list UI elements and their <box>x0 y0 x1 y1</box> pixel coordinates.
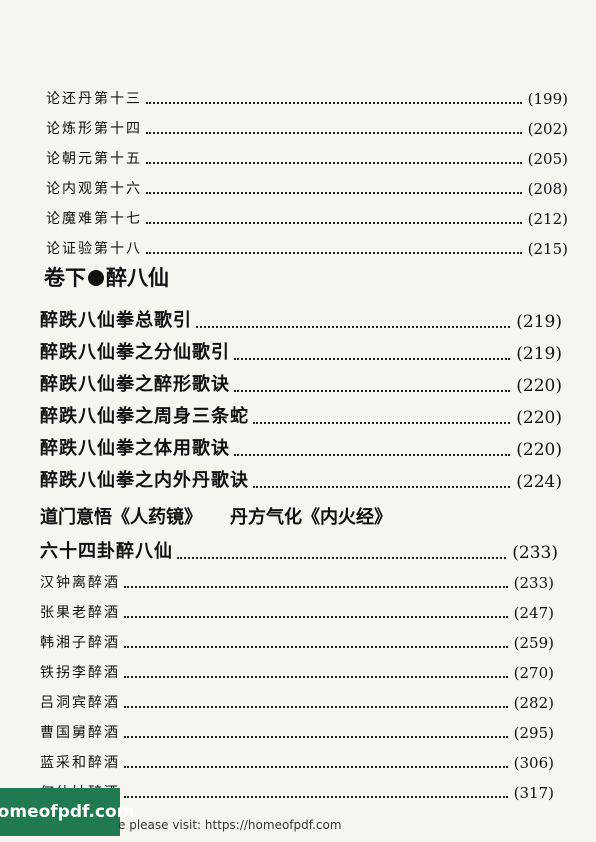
toc-entry-page: (212) <box>527 210 568 228</box>
toc-entry-title: 六十四卦醉八仙 <box>40 541 173 562</box>
toc-entry: 醉跌八仙拳之醉形歌诀 (220) <box>40 370 562 396</box>
subheading: 道门意悟《人药镜》 丹方气化《内火经》 <box>40 503 392 529</box>
toc-entry: 论还丹第十三 (199) <box>46 88 568 108</box>
leader-dots <box>146 221 522 224</box>
toc-entry-page: (233) <box>512 543 558 563</box>
toc-entry: 醉跌八仙拳之内外丹歌诀 (224) <box>40 466 562 492</box>
toc-entry-page: (282) <box>513 694 554 712</box>
leader-dots <box>124 675 508 678</box>
toc-entry-title: 醉跌八仙拳之体用歌诀 <box>40 438 230 459</box>
leader-dots <box>146 131 522 134</box>
leader-dots <box>234 357 511 360</box>
toc-entry-page: (215) <box>527 240 568 258</box>
visit-link-text[interactable]: e please visit: https://homeofpdf.com <box>118 818 342 832</box>
toc-entry-page: (233) <box>513 574 554 592</box>
leader-dots <box>124 615 508 618</box>
toc-entry: 韩湘子醉酒 (259) <box>40 632 554 652</box>
leader-dots <box>124 735 508 738</box>
toc-entry: 六十四卦醉八仙 (233) <box>40 537 558 563</box>
toc-entry: 醉跌八仙拳之分仙歌引 (219) <box>40 338 562 364</box>
leader-dots <box>146 161 522 164</box>
toc-entry-title: 论魔难第十七 <box>46 211 142 227</box>
toc-entry-page: (220) <box>516 408 562 428</box>
leader-dots <box>124 765 508 768</box>
toc-entry: 论证验第十八 (215) <box>46 238 568 258</box>
toc-entry: 吕洞宾醉酒 (282) <box>40 692 554 712</box>
toc-entry-title: 醉跌八仙拳总歌引 <box>40 310 192 331</box>
toc-entry-title: 蓝采和醉酒 <box>40 755 120 771</box>
banner-label: homeofpdf.com <box>0 802 135 822</box>
leader-dots <box>146 101 522 104</box>
toc-entry: 论炼形第十四 (202) <box>46 118 568 138</box>
toc-entry-title: 醉跌八仙拳之醉形歌诀 <box>40 374 230 395</box>
subheading-left: 道门意悟《人药镜》 <box>40 507 202 528</box>
toc-entry: 论内观第十六 (208) <box>46 178 568 198</box>
toc-entry-page: (224) <box>516 472 562 492</box>
toc-entry-page: (205) <box>527 150 568 168</box>
section-heading-part1: 卷下 <box>44 266 86 290</box>
leader-dots <box>146 191 522 194</box>
toc-entry-title: 铁拐李醉酒 <box>40 665 120 681</box>
toc-entry-title: 醉跌八仙拳之周身三条蛇 <box>40 406 249 427</box>
bullet-dot-icon <box>88 270 104 286</box>
leader-dots <box>234 389 511 392</box>
leader-dots <box>124 705 508 708</box>
toc-entry-page: (295) <box>513 724 554 742</box>
toc-entry: 蓝采和醉酒 (306) <box>40 752 554 772</box>
leader-dots <box>253 421 511 424</box>
toc-entry-page: (259) <box>513 634 554 652</box>
toc-entry-page: (220) <box>516 376 562 396</box>
section-heading: 卷下 醉八仙 <box>44 262 169 292</box>
toc-entry-title: 论证验第十八 <box>46 241 142 257</box>
section-heading-part2: 醉八仙 <box>106 266 169 290</box>
leader-dots <box>124 645 508 648</box>
toc-entry: 醉跌八仙拳之周身三条蛇 (220) <box>40 402 562 428</box>
subheading-right: 丹方气化《内火经》 <box>230 507 392 528</box>
toc-entry-title: 论内观第十六 <box>46 181 142 197</box>
toc-entry-title: 醉跌八仙拳之内外丹歌诀 <box>40 470 249 491</box>
leader-dots <box>124 795 508 798</box>
toc-entry-title: 张果老醉酒 <box>40 605 120 621</box>
toc-entry: 张果老醉酒 (247) <box>40 602 554 622</box>
toc-entry-page: (219) <box>516 312 562 332</box>
leader-dots <box>146 251 522 254</box>
toc-entry-title: 汉钟离醉酒 <box>40 575 120 591</box>
toc-entry-title: 论还丹第十三 <box>46 91 142 107</box>
toc-entry-page: (317) <box>513 784 554 802</box>
toc-entry: 醉跌八仙拳之体用歌诀 (220) <box>40 434 562 460</box>
toc-entry: 醉跌八仙拳总歌引 (219) <box>40 306 562 332</box>
toc-entry: 铁拐李醉酒 (270) <box>40 662 554 682</box>
toc-entry-page: (270) <box>513 664 554 682</box>
toc-entry-page: (220) <box>516 440 562 460</box>
toc-page: 论还丹第十三 (199) 论炼形第十四 (202) 论朝元第十五 (205) 论… <box>0 0 596 842</box>
leader-dots <box>177 556 507 559</box>
toc-entry: 论朝元第十五 (205) <box>46 148 568 168</box>
toc-entry-page: (199) <box>527 90 568 108</box>
toc-entry-title: 吕洞宾醉酒 <box>40 695 120 711</box>
toc-entry: 曹国舅醉酒 (295) <box>40 722 554 742</box>
toc-entry-title: 醉跌八仙拳之分仙歌引 <box>40 342 230 363</box>
toc-entry-page: (202) <box>527 120 568 138</box>
toc-entry-page: (306) <box>513 754 554 772</box>
leader-dots <box>196 325 511 328</box>
toc-entry: 论魔难第十七 (212) <box>46 208 568 228</box>
leader-dots <box>124 585 508 588</box>
toc-entry-page: (208) <box>527 180 568 198</box>
homeofpdf-banner[interactable]: homeofpdf.com <box>0 788 134 836</box>
toc-entry: 汉钟离醉酒 (233) <box>40 572 554 592</box>
toc-entry-title: 曹国舅醉酒 <box>40 725 120 741</box>
toc-entry-title: 韩湘子醉酒 <box>40 635 120 651</box>
toc-entry-title: 论朝元第十五 <box>46 151 142 167</box>
toc-entry-title: 论炼形第十四 <box>46 121 142 137</box>
toc-entry-page: (219) <box>516 344 562 364</box>
toc-entry-page: (247) <box>513 604 554 622</box>
leader-dots <box>253 485 511 488</box>
leader-dots <box>234 453 511 456</box>
